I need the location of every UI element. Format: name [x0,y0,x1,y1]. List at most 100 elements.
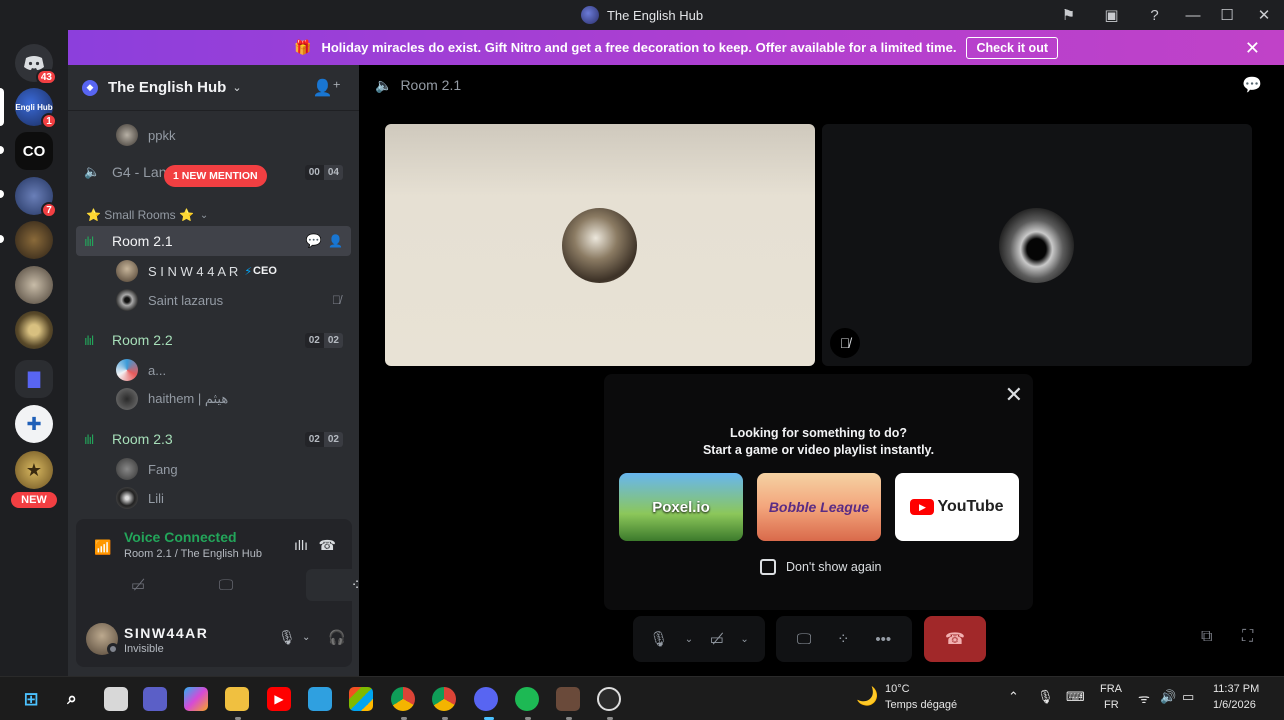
inbox-icon[interactable]: ▣ [1090,0,1133,30]
voice-location[interactable]: Room 2.1 / The English Hub [124,548,262,560]
store-icon[interactable] [349,687,373,711]
activities-icon[interactable]: ⁘ [837,630,850,648]
close-icon[interactable]: ✕ [1005,382,1023,408]
keyboard-icon[interactable]: ⌨ [1066,689,1085,705]
user-status[interactable]: Invisible [124,643,164,655]
activity-card-bobble-league[interactable]: Bobble League [757,473,881,541]
notepad-icon[interactable] [308,687,332,711]
fullscreen-icon[interactable]: ⛶ [1242,628,1253,646]
category-small-rooms[interactable]: ⭐ Small Rooms ⭐ ⌄ [76,203,351,227]
server-6[interactable] [15,311,53,349]
flag-icon[interactable]: ⚑ [1047,0,1090,30]
server-logo-icon [580,6,599,24]
start-button[interactable]: ⊞ [19,687,43,711]
close-window-button[interactable]: ✕ [1244,0,1284,30]
weather-temp[interactable]: 10°C [885,683,910,695]
server-header[interactable]: ◆ The English Hub ⌄ 👤⁺ [68,65,359,111]
keyboard-layout[interactable]: FR [1104,699,1119,711]
help-icon[interactable]: ? [1133,0,1176,30]
search-icon[interactable]: ⌕ [60,687,84,711]
participant-tile[interactable]: 🎙̸ [822,124,1252,366]
voice-active-icon: ılıl [84,233,94,249]
list-item[interactable]: ppkk [76,121,351,149]
task-view-icon[interactable] [104,687,128,711]
home-button[interactable]: 43 [15,44,57,85]
camera-off-icon[interactable]: ▭̸ [710,630,724,648]
user-panel: SINW44AR Invisible 🎙 ⌄ 🎧 ⚙ [76,611,389,667]
voice-user-row[interactable]: Lili [76,484,351,512]
moon-weather-icon[interactable]: 🌙 [856,686,878,707]
title-bar: The English Hub ⚑ ▣ ? — ☐ ✕ [0,0,1284,30]
check-it-out-button[interactable]: Check it out [966,36,1058,59]
battery-icon[interactable]: ▭ [1182,689,1194,705]
disconnect-button[interactable]: ☎ [924,616,986,662]
microphone-icon[interactable]: 🎙 [278,629,296,646]
voice-user-row[interactable]: Saint lazarus 🎙̸ [76,286,351,314]
maximize-button[interactable]: ☐ [1210,0,1244,30]
invite-icon[interactable]: 👤 [328,234,343,248]
game-app-icon[interactable] [556,687,580,711]
new-mention-badge[interactable]: 1 NEW MENTION [164,165,267,187]
screen-share-icon[interactable]: 🖵 [797,631,811,648]
server-9[interactable]: ★ [15,451,53,489]
voice-status[interactable]: Voice Connected [124,529,237,545]
server-co[interactable]: CO [15,132,53,170]
chevron-down-icon[interactable]: ⌄ [740,634,748,645]
channel-name: Room 2.3 [112,431,173,447]
dont-show-again-checkbox[interactable]: Don't show again [760,559,882,575]
input-language[interactable]: FRA [1100,683,1122,695]
server-8[interactable]: ✚ [15,405,53,443]
copilot-icon[interactable] [184,687,208,711]
minimize-button[interactable]: — [1176,0,1210,30]
voice-channel-room-2-2[interactable]: ılıl Room 2.2 02 02 [76,325,351,355]
chevron-down-icon[interactable]: ⌄ [302,632,310,643]
voice-channel-room-2-3[interactable]: ılıl Room 2.3 02 02 [76,424,351,454]
obs-icon[interactable] [597,687,621,711]
banner-close-button[interactable]: ✕ [1245,38,1260,59]
file-explorer-icon[interactable] [225,687,249,711]
voice-user-row[interactable]: Fang [76,455,351,483]
weather-description[interactable]: Temps dégagé [885,699,957,711]
channel-list[interactable]: ppkk 1 NEW MENTION 🔈 G4 - Language Jungl… [68,111,359,519]
chrome-icon[interactable] [432,687,456,711]
clock-date[interactable]: 1/6/2026 [1213,699,1256,711]
noise-suppression-icon[interactable]: ıllı [294,537,308,553]
disconnect-icon[interactable]: ☎ [319,537,336,554]
chrome-profile-icon[interactable] [391,687,415,711]
teams-icon[interactable] [143,687,167,711]
server-3[interactable]: 7 [15,177,57,218]
chevron-down-icon[interactable]: ⌄ [685,634,693,645]
signal-icon[interactable]: 📶 [94,539,111,556]
chat-bubble-icon[interactable]: 💬 [306,233,322,249]
microphone-icon[interactable]: 🎙 [649,630,668,648]
checkbox-box[interactable] [760,559,776,575]
clock-time[interactable]: 11:37 PM [1213,683,1259,695]
discord-taskbar-icon[interactable] [474,687,498,711]
headphones-icon[interactable]: 🎧 [328,629,345,646]
server-folder[interactable]: ▇ [15,360,53,398]
user-display-name[interactable]: SINW44AR [124,625,208,641]
voice-user-row[interactable]: haithem | هيثم [76,385,351,413]
youtube-app-icon[interactable]: ▶ [267,687,291,711]
more-options-icon[interactable]: ••• [875,631,891,648]
screen-share-button[interactable]: 🖵 [196,569,256,601]
spotify-icon[interactable] [515,687,539,711]
chat-bubble-icon[interactable]: 💬 [1242,75,1262,95]
voice-user-row[interactable]: S I N W 4 4 A R ⚡ CEO [76,257,351,285]
pop-out-icon[interactable]: ⧉ [1201,628,1212,646]
user-name: ppkk [148,127,176,143]
wifi-icon[interactable]: ᯤ [1138,689,1150,707]
server-5[interactable] [15,266,53,304]
voice-user-row[interactable]: a... [76,356,351,384]
voice-channel-room-2-1[interactable]: ılıl Room 2.1 💬 👤 [76,226,351,256]
chevron-up-icon[interactable]: ⌃ [1008,689,1019,705]
server-4[interactable] [15,221,53,259]
camera-off-button[interactable]: ▭̸ [88,569,188,601]
activity-card-youtube[interactable]: ▶ YouTube [895,473,1019,541]
participant-tile[interactable] [385,124,815,366]
microphone-tray-icon[interactable]: 🎙 [1037,689,1054,705]
activity-card-poxel[interactable]: Poxel.io [619,473,743,541]
server-english-hub[interactable]: Engli Hub 1 [15,88,57,129]
invite-people-icon[interactable]: 👤⁺ [313,78,341,98]
volume-icon[interactable]: 🔊 [1160,689,1176,705]
